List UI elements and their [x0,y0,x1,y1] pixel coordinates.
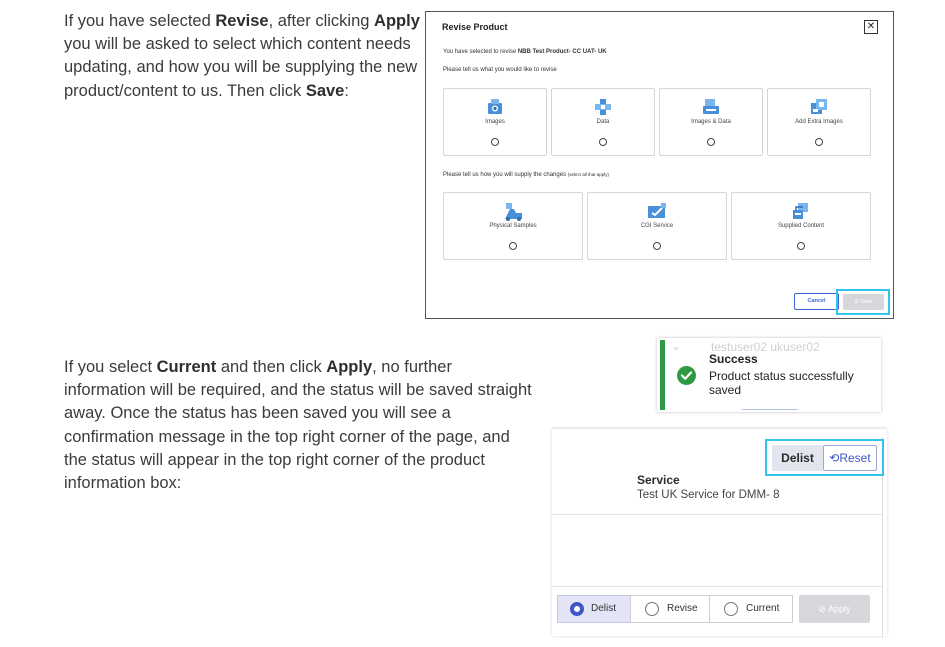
toast-status-bar [660,340,665,410]
images-data-icon [703,99,719,114]
supplied-content-icon [793,203,808,219]
success-check-icon [677,366,696,385]
toast-message: Product status successfully saved [709,369,854,397]
text-fragment: and then click [216,358,327,376]
cgi-service-icon [648,203,666,218]
product-information-box: Delist ⟲Reset Service Test UK Service fo… [552,428,887,637]
question-hint: (select all that apply) [567,172,610,177]
images-icon [488,99,502,114]
success-toast: ⌄ testuser02 ukuser02 Success Product st… [657,338,881,412]
emphasis-current: Current [156,358,217,376]
content-options: Images Data Images & Data Add Extra Imag… [443,88,871,156]
option-label: Add Extra Images [795,119,843,125]
status-option-current[interactable]: Current [709,595,793,623]
background-divider [742,409,798,412]
radio-button[interactable] [509,242,517,250]
option-cgi-service[interactable]: CGI Service [587,192,727,260]
text-fragment: , after clicking [268,12,375,30]
revise-product-modal: Revise Product ✕ You have selected to re… [425,11,894,319]
option-images[interactable]: Images [443,88,547,156]
option-label: Images & Data [691,119,731,125]
data-icon [595,99,611,115]
check-circle-icon: ⊘ [854,299,859,305]
radio-button[interactable] [653,242,661,250]
option-images-and-data[interactable]: Images & Data [659,88,763,156]
radio-button[interactable] [797,242,805,250]
text-fragment: you will be asked to select which conten… [64,35,418,100]
apply-label: Apply [828,604,851,614]
chevron-down-icon: ⌄ [671,339,682,353]
status-option-label: Delist [591,603,617,614]
text-fragment: : [344,81,349,100]
service-value: Test UK Service for DMM- 8 [637,489,780,501]
status-option-delist[interactable]: Delist [557,595,631,623]
emphasis-revise: Revise [215,12,269,30]
instruction-paragraph-current: If you select Current and then click App… [64,356,534,495]
option-label: Data [596,119,610,125]
option-data[interactable]: Data [551,88,655,156]
emphasis-apply: Apply [374,12,420,30]
add-extra-images-icon [811,99,827,114]
text-fragment: , no further information will be require… [64,358,532,493]
emphasis-apply: Apply [326,358,373,376]
option-supplied-content[interactable]: Supplied Content [731,192,871,260]
option-physical-samples[interactable]: Physical Samples [443,192,583,260]
selected-product-line: You have selected to revise NBB Test Pro… [443,49,607,55]
radio-button[interactable] [645,602,659,616]
option-label: CGI Service [640,223,674,229]
save-label: Save [860,299,873,305]
status-option-label: Current [746,603,780,614]
save-button[interactable]: ⊘ Save [843,294,884,310]
radio-button[interactable] [707,138,715,146]
question-how-to-supply: Please tell us how you will supply the c… [443,172,609,178]
radio-selected[interactable] [570,602,584,616]
text-fragment: If you select [64,358,157,376]
selected-prefix: You have selected to revise [443,49,518,55]
status-option-revise[interactable]: Revise [630,595,710,623]
physical-samples-icon [505,203,522,221]
modal-title: Revise Product [442,22,508,32]
option-label: Physical Samples [489,223,537,229]
reset-label: Reset [839,451,871,465]
service-label: Service [637,473,680,487]
supply-options: Physical Samples CGI Service Supplied Co… [443,192,871,260]
instruction-paragraph-revise: If you have selected Revise, after click… [64,10,424,103]
radio-button[interactable] [491,138,499,146]
radio-button[interactable] [724,602,738,616]
apply-button[interactable]: ⊘ Apply [799,595,870,623]
option-label: Images [485,119,505,125]
option-label: Supplied Content [777,223,825,229]
text-fragment: If you have selected [64,12,216,30]
radio-button[interactable] [815,138,823,146]
status-option-label: Revise [667,603,698,614]
divider [552,514,882,515]
status-badge: Delist [772,445,823,471]
emphasis-save: Save [305,81,345,100]
option-add-extra-images[interactable]: Add Extra Images [767,88,871,156]
cancel-button[interactable]: Cancel [794,293,839,310]
check-circle-icon: ⊘ [818,604,826,614]
selected-product-name: NBB Test Product- CC UAT- UK [517,49,607,55]
close-icon[interactable]: ✕ [864,20,878,34]
radio-button[interactable] [599,138,607,146]
question-text: Please tell us how you will supply the c… [443,172,567,178]
toast-title: Success [709,352,758,366]
question-what-to-revise: Please tell us what you would like to re… [443,67,557,73]
undo-icon: ⟲ [829,451,840,465]
divider [552,586,882,587]
reset-button[interactable]: ⟲Reset [823,445,877,471]
